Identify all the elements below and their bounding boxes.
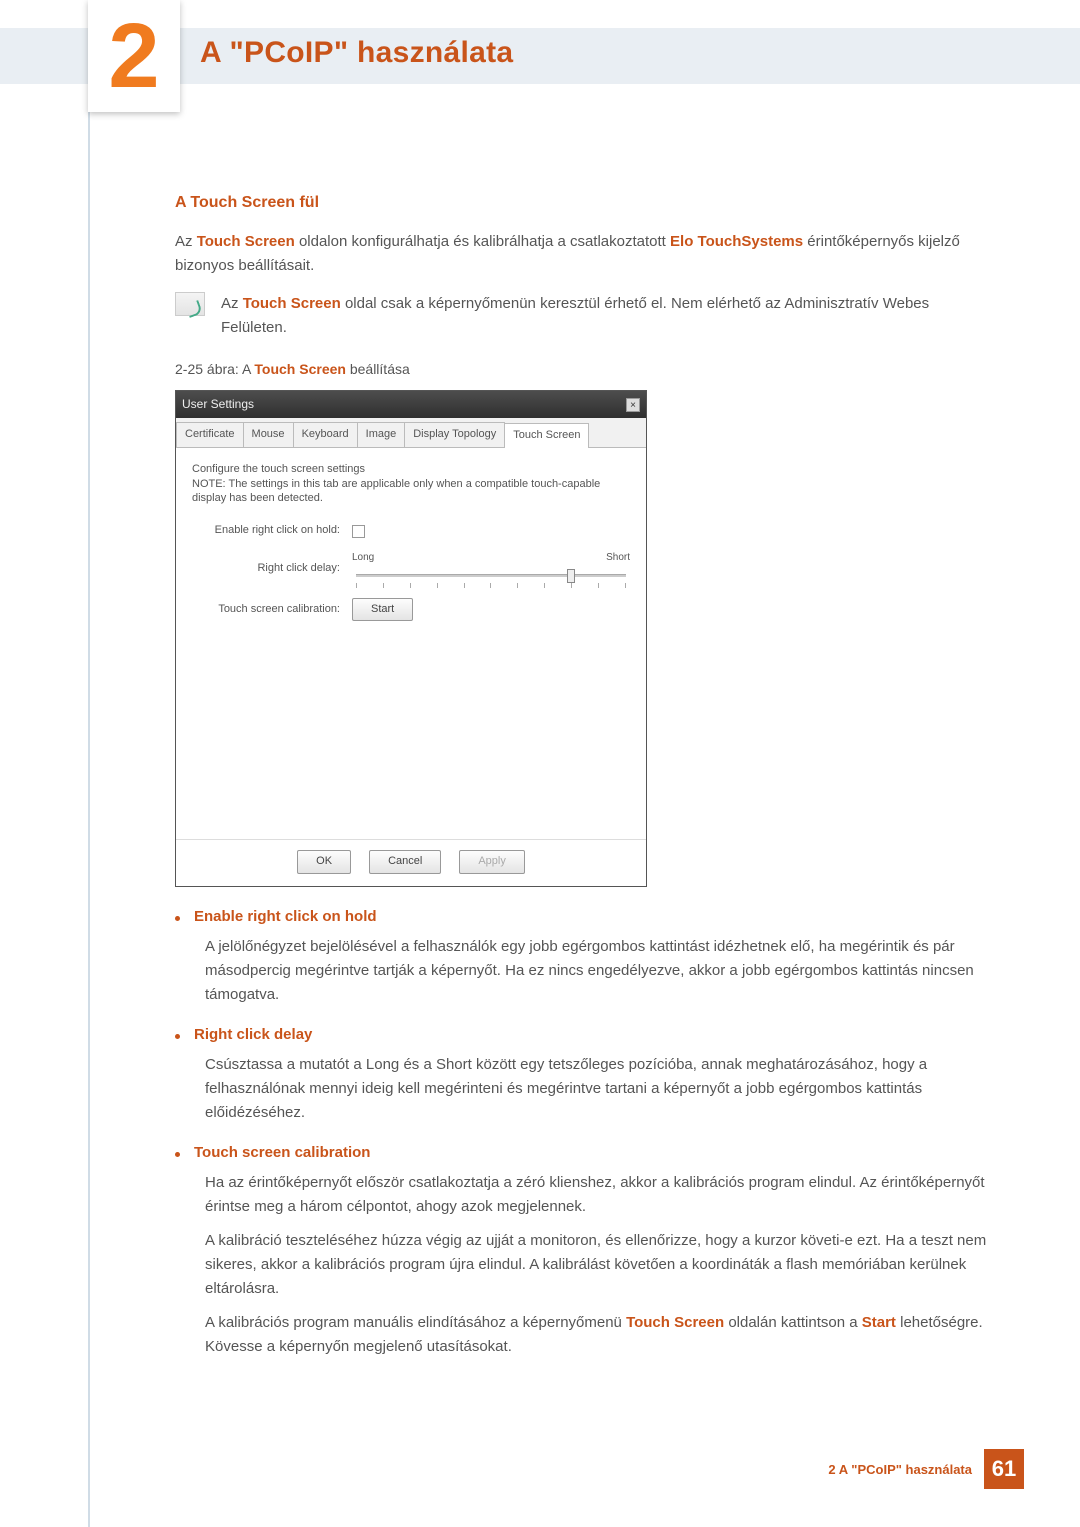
note-text: Az Touch Screen oldal csak a képernyőmen…: [221, 292, 995, 340]
note-icon: [175, 292, 205, 316]
text: oldalán kattintson a: [724, 1314, 862, 1331]
bullet-3-title: Touch screen calibration: [194, 1141, 370, 1165]
touch-screen-term: Touch Screen: [254, 361, 346, 377]
enable-right-click-checkbox[interactable]: [352, 525, 365, 538]
right-click-delay-slider[interactable]: [356, 566, 626, 588]
tab-display-topology[interactable]: Display Topology: [404, 422, 505, 447]
start-button[interactable]: Start: [352, 598, 413, 622]
ok-button[interactable]: OK: [297, 850, 351, 874]
chapter-title: A "PCoIP" használata: [200, 36, 513, 70]
info-note: Az Touch Screen oldal csak a képernyőmen…: [175, 292, 995, 340]
tab-touch-screen[interactable]: Touch Screen: [504, 423, 589, 448]
bullet-1-text: A jelölőnégyzet bejelölésével a felhaszn…: [205, 935, 995, 1007]
text: Az: [221, 295, 243, 312]
text: beállítása: [346, 361, 410, 377]
page-footer: 2 A "PCoIP" használata 61: [0, 1449, 1024, 1489]
bullet-2-head: Right click delay: [175, 1023, 995, 1047]
right-click-delay-slider-wrap: Long Short: [352, 550, 630, 588]
text: A kalibrációs program manuális elindítás…: [205, 1314, 626, 1331]
bullet-1-head: Enable right click on hold: [175, 905, 995, 929]
dialog-intro-line1: Configure the touch screen settings: [192, 462, 630, 477]
text: oldalon konfigurálhatja és kalibrálhatja…: [295, 233, 670, 250]
cancel-button[interactable]: Cancel: [369, 850, 441, 874]
bullet-3-text-2: A kalibráció teszteléséhez húzza végig a…: [205, 1229, 995, 1301]
row-touch-calibration: Touch screen calibration: Start: [192, 598, 630, 622]
chapter-number: 2: [108, 10, 159, 102]
slider-long-label: Long: [352, 550, 374, 566]
row-right-click-delay: Right click delay: Long Short: [192, 550, 630, 588]
slider-short-label: Short: [606, 550, 630, 566]
slider-ticks: [356, 583, 626, 588]
bullet-1-title: Enable right click on hold: [194, 905, 377, 929]
dialog-title-text: User Settings: [182, 395, 254, 414]
touch-screen-term: Touch Screen: [197, 233, 295, 250]
touch-screen-term: Touch Screen: [626, 1314, 724, 1331]
bullet-dot-icon: [175, 1152, 180, 1157]
touch-screen-term: Touch Screen: [243, 295, 341, 312]
slider-thumb[interactable]: [567, 569, 575, 583]
user-settings-dialog: User Settings × Certificate Mouse Keyboa…: [175, 390, 647, 887]
section-intro: Az Touch Screen oldalon konfigurálhatja …: [175, 230, 995, 278]
close-icon[interactable]: ×: [626, 398, 640, 412]
text: Az: [175, 233, 197, 250]
figure-caption: 2-25 ábra: A Touch Screen beállítása: [175, 358, 995, 380]
tab-certificate[interactable]: Certificate: [176, 422, 244, 447]
dialog-titlebar: User Settings ×: [176, 391, 646, 418]
apply-button[interactable]: Apply: [459, 850, 525, 874]
bullet-3-text-1: Ha az érintőképernyőt először csatlakozt…: [205, 1171, 995, 1219]
bullet-dot-icon: [175, 916, 180, 921]
chapter-number-box: 2: [88, 0, 180, 112]
bullet-dot-icon: [175, 1034, 180, 1039]
left-margin-rule: [88, 0, 90, 1527]
bullet-list: Enable right click on hold A jelölőnégyz…: [175, 905, 995, 1359]
tab-image[interactable]: Image: [357, 422, 406, 447]
page-content: A Touch Screen fül Az Touch Screen oldal…: [175, 190, 995, 1369]
dialog-body: Configure the touch screen settings NOTE…: [176, 448, 646, 840]
enable-right-click-label: Enable right click on hold:: [192, 522, 352, 540]
tab-keyboard[interactable]: Keyboard: [293, 422, 358, 447]
touch-calibration-label: Touch screen calibration:: [192, 601, 352, 619]
page-number: 61: [984, 1449, 1024, 1489]
elo-touchsystems-term: Elo TouchSystems: [670, 233, 803, 250]
text: 2-25 ábra: A: [175, 361, 254, 377]
bullet-2-title: Right click delay: [194, 1023, 312, 1047]
dialog-button-row: OK Cancel Apply: [176, 839, 646, 886]
bullet-3-head: Touch screen calibration: [175, 1141, 995, 1165]
tab-mouse[interactable]: Mouse: [243, 422, 294, 447]
bullet-2-text: Csúsztassa a mutatót a Long és a Short k…: [205, 1053, 995, 1125]
dialog-tabs: Certificate Mouse Keyboard Image Display…: [176, 418, 646, 448]
footer-chapter-text: 2 A "PCoIP" használata: [828, 1462, 972, 1477]
right-click-delay-label: Right click delay:: [192, 560, 352, 578]
bullet-3-text-3: A kalibrációs program manuális elindítás…: [205, 1311, 995, 1359]
dialog-intro-line2: NOTE: The settings in this tab are appli…: [192, 477, 630, 507]
start-term: Start: [862, 1314, 896, 1331]
row-enable-right-click: Enable right click on hold:: [192, 522, 630, 540]
section-heading: A Touch Screen fül: [175, 190, 995, 216]
slider-track: [356, 574, 626, 577]
dialog-intro: Configure the touch screen settings NOTE…: [192, 462, 630, 507]
